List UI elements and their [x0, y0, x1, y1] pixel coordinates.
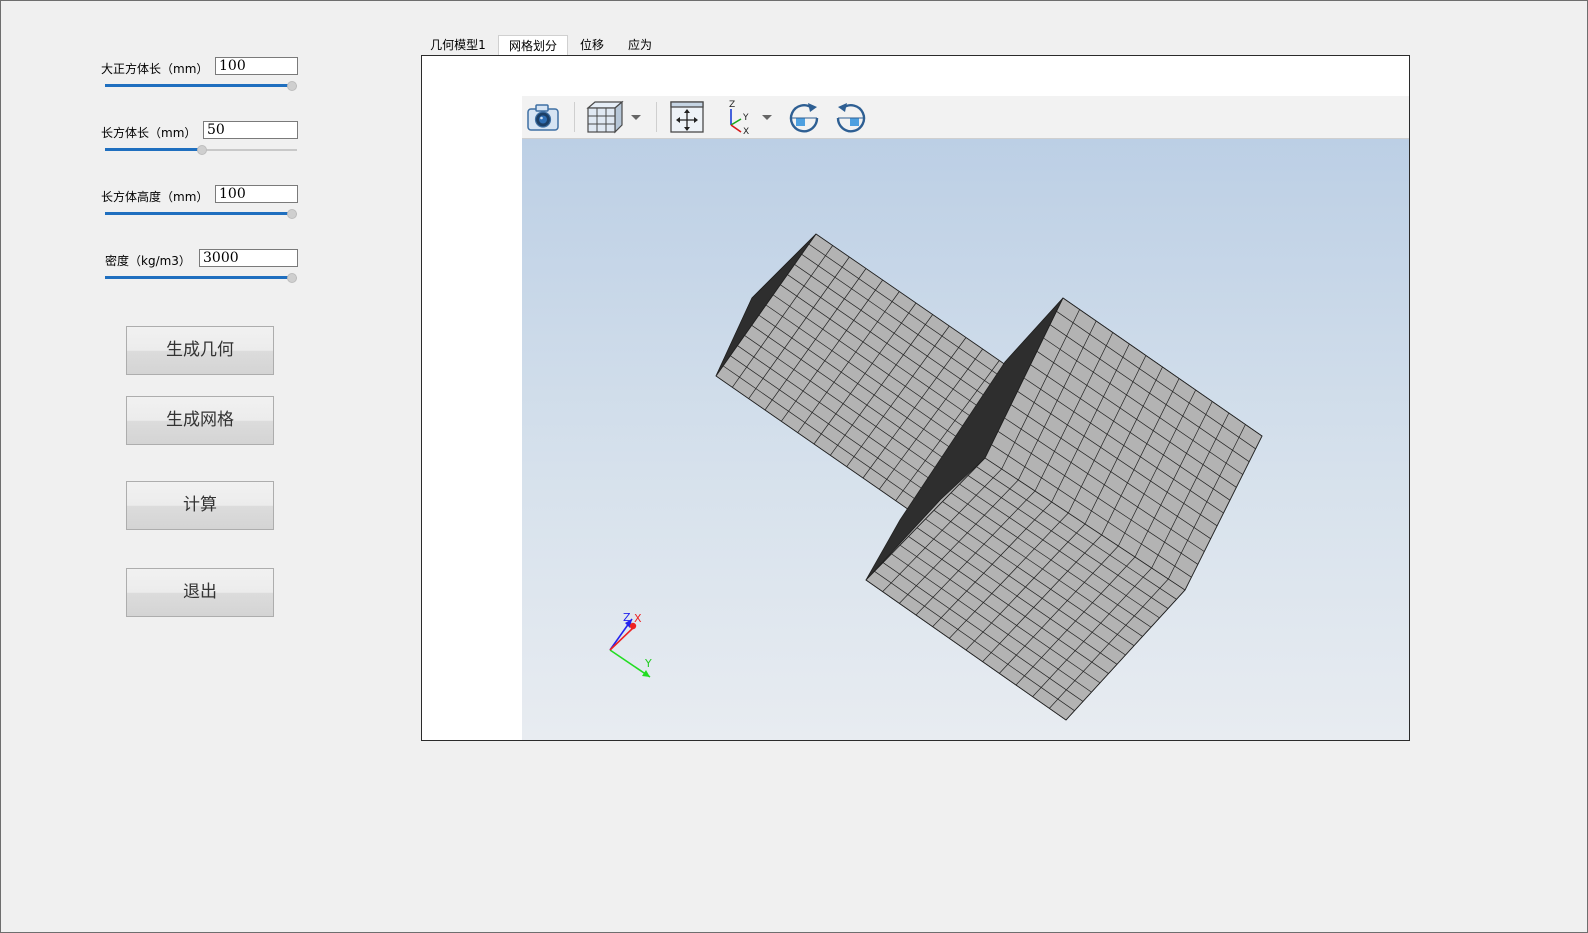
orientation-triad: X Z Y	[609, 611, 652, 678]
tab-meshing[interactable]: 网格划分	[498, 35, 568, 56]
svg-text:X: X	[743, 127, 749, 135]
cube-length-input[interactable]	[215, 57, 298, 75]
exit-button[interactable]: 退出	[126, 568, 274, 617]
svg-text:Z: Z	[729, 100, 735, 110]
viewer-toolbar: Z Y X	[522, 96, 1409, 139]
mesh-viewport[interactable]: X Z Y	[522, 139, 1409, 740]
fit-view-icon[interactable]	[669, 99, 705, 135]
generate-mesh-button[interactable]: 生成网格	[126, 396, 274, 445]
box-height-input[interactable]	[215, 185, 298, 203]
triad-y-label: Y	[644, 657, 652, 670]
cube-length-label: 大正方体长（mm）	[101, 62, 209, 76]
rotate-ccw-icon[interactable]	[833, 99, 869, 135]
camera-icon[interactable]	[525, 99, 561, 135]
box-length-input[interactable]	[203, 121, 298, 139]
box-length-slider[interactable]	[105, 145, 297, 155]
cube-length-slider[interactable]	[105, 81, 297, 91]
box-length-label: 长方体长（mm）	[101, 126, 197, 140]
chevron-down-icon[interactable]	[630, 99, 642, 135]
box-height-label: 长方体高度（mm）	[101, 190, 209, 204]
cube-view-icon[interactable]	[585, 99, 625, 135]
svg-text:Y: Y	[742, 113, 749, 123]
axes-icon[interactable]: Z Y X	[721, 99, 755, 137]
triad-x-label: X	[634, 612, 642, 625]
density-input[interactable]	[199, 249, 298, 267]
density-slider[interactable]	[105, 273, 297, 283]
tab-stress[interactable]: 应为	[622, 35, 658, 56]
chevron-down-icon[interactable]	[761, 99, 773, 135]
tab-geometry-model[interactable]: 几何模型1	[425, 35, 491, 56]
triad-z-label: Z	[623, 611, 631, 624]
generate-geometry-button[interactable]: 生成几何	[126, 326, 274, 375]
rotate-cw-icon[interactable]	[786, 99, 822, 135]
box-height-slider[interactable]	[105, 209, 297, 219]
compute-button[interactable]: 计算	[126, 481, 274, 530]
density-label: 密度（kg/m3）	[105, 254, 191, 268]
tab-displacement[interactable]: 位移	[574, 35, 610, 56]
